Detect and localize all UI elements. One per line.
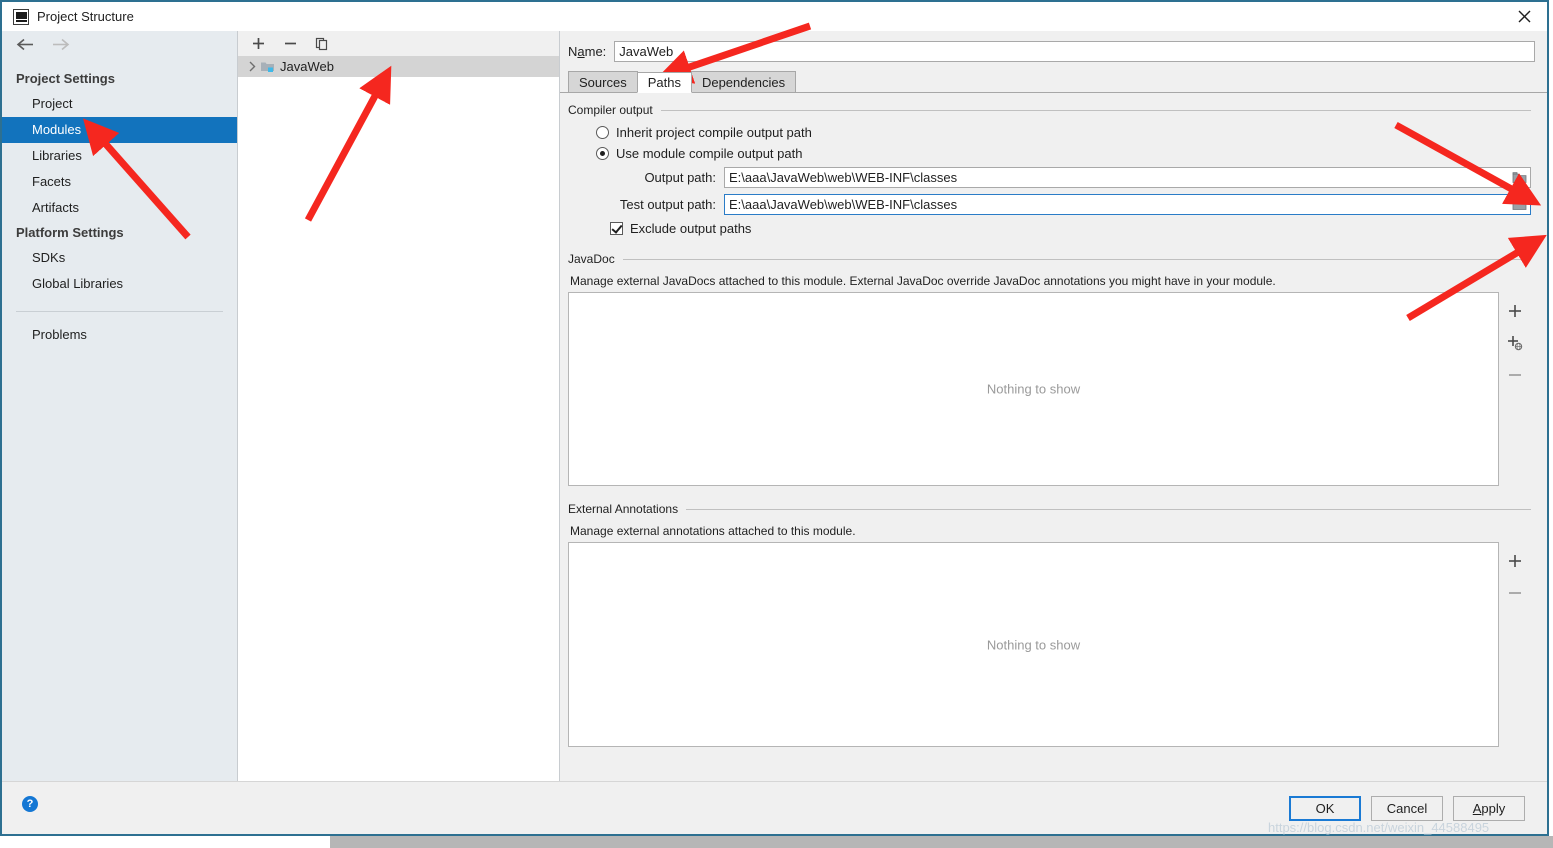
sidebar-item-problems[interactable]: Problems	[2, 322, 237, 348]
folder-browse-icon[interactable]	[1508, 195, 1530, 214]
external-annotations-empty-text: Nothing to show	[986, 637, 1081, 652]
modules-toolbar	[238, 31, 559, 56]
taskbar-strip	[330, 836, 1553, 848]
external-annotations-side-buttons	[1499, 542, 1531, 747]
radio-button-icon	[596, 126, 609, 139]
sidebar-problems-group: Problems	[2, 322, 237, 348]
javadoc-side-buttons	[1499, 292, 1531, 486]
project-structure-dialog: Project Structure Project Settings Proje…	[0, 0, 1549, 836]
radio-inherit-project-output[interactable]: Inherit project compile output path	[596, 125, 1531, 140]
minus-icon[interactable]	[1506, 584, 1524, 602]
javadoc-title: JavaDoc	[568, 252, 615, 266]
cancel-button[interactable]: Cancel	[1371, 796, 1443, 821]
external-annotations-section: External Annotations Manage external ann…	[568, 502, 1531, 747]
apply-button[interactable]: Apply	[1453, 796, 1525, 821]
sidebar-groups: Project Settings Project Modules Libraries F…	[2, 63, 237, 297]
add-url-icon[interactable]	[1506, 334, 1524, 352]
radio-button-selected-icon	[596, 147, 609, 160]
module-name-input[interactable]	[614, 40, 1535, 62]
dialog-titlebar: Project Structure	[2, 2, 1547, 32]
section-rule	[686, 508, 1531, 510]
test-output-path-input[interactable]	[725, 195, 1508, 214]
titlebar-left: Project Structure	[13, 2, 134, 31]
plus-icon[interactable]	[250, 36, 266, 52]
external-annotations-hint: Manage external annotations attached to …	[570, 524, 856, 538]
javadoc-hint: Manage external JavaDocs attached to thi…	[570, 274, 1276, 288]
compiler-output-header: Compiler output	[568, 103, 1531, 117]
output-path-input[interactable]	[725, 168, 1508, 187]
radio-label: Use module compile output path	[616, 146, 803, 161]
plus-icon[interactable]	[1506, 552, 1524, 570]
modules-tree: JavaWeb	[238, 56, 559, 782]
radio-label: Inherit project compile output path	[616, 125, 812, 140]
sidebar-item-modules[interactable]: Modules	[2, 117, 237, 143]
sidebar-item-global-libraries[interactable]: Global Libraries	[2, 271, 237, 297]
sidebar-item-project[interactable]: Project	[2, 91, 237, 117]
minus-icon[interactable]	[1506, 366, 1524, 384]
tab-sources[interactable]: Sources	[568, 71, 638, 92]
javadoc-section: JavaDoc Manage external JavaDocs attache…	[568, 252, 1531, 486]
output-path-field[interactable]	[724, 167, 1531, 188]
javadoc-empty-text: Nothing to show	[986, 381, 1081, 397]
test-output-path-field[interactable]	[724, 194, 1531, 215]
javadoc-header: JavaDoc	[568, 252, 1531, 266]
module-folder-icon	[260, 60, 275, 73]
paths-tab-content: Compiler output Inherit project compile …	[560, 93, 1547, 782]
checkbox-checked-icon	[610, 222, 623, 235]
dialog-action-buttons: OK Cancel Apply	[1289, 796, 1525, 821]
settings-sidebar: Project Settings Project Modules Libraries F…	[2, 31, 238, 782]
dialog-title: Project Structure	[37, 9, 134, 24]
external-annotations-title: External Annotations	[568, 502, 679, 516]
back-arrow-icon[interactable]	[16, 38, 35, 56]
sidebar-divider	[16, 311, 223, 312]
tree-row-label: JavaWeb	[280, 59, 334, 74]
chevron-right-icon[interactable]	[244, 61, 260, 72]
module-name-label: Name:	[568, 43, 607, 59]
radio-use-module-output[interactable]: Use module compile output path	[596, 146, 1531, 161]
exclude-output-paths-checkbox[interactable]: Exclude output paths	[610, 221, 1531, 236]
plus-icon[interactable]	[1506, 302, 1524, 320]
help-icon[interactable]: ?	[22, 796, 38, 812]
sidebar-item-sdks[interactable]: SDKs	[2, 245, 237, 271]
intellij-idea-logo-icon	[13, 8, 29, 25]
external-annotations-header: External Annotations	[568, 502, 1531, 516]
forward-arrow-icon[interactable]	[51, 38, 70, 56]
compiler-output-title: Compiler output	[568, 103, 653, 117]
tab-dependencies[interactable]: Dependencies	[690, 71, 797, 92]
sidebar-item-artifacts[interactable]: Artifacts	[2, 195, 237, 221]
sidebar-item-libraries[interactable]: Libraries	[2, 143, 237, 169]
sidebar-group-title: Platform Settings	[16, 225, 124, 240]
dialog-body: Project Settings Project Modules Libraries F…	[2, 31, 1547, 782]
javadoc-listbox[interactable]: Nothing to show	[568, 292, 1499, 486]
ok-button[interactable]: OK	[1289, 796, 1361, 821]
tab-paths[interactable]: Paths	[636, 72, 692, 93]
checkbox-label: Exclude output paths	[630, 221, 752, 236]
minus-icon[interactable]	[282, 36, 298, 52]
module-name-row: Name:	[560, 31, 1547, 71]
output-path-label: Output path:	[644, 170, 716, 185]
sidebar-nav-arrows	[2, 31, 237, 63]
module-detail-panel: Name: SourcesPathsDependencies Compiler …	[560, 31, 1547, 782]
compiler-output-section: Compiler output Inherit project compile …	[568, 103, 1531, 236]
module-tabs: Sources Paths Dependencies	[560, 71, 1547, 93]
tree-row[interactable]: JavaWeb	[238, 56, 559, 77]
close-icon[interactable]	[1501, 2, 1547, 30]
section-rule	[660, 109, 1531, 111]
sidebar-group-title: Project Settings	[16, 71, 115, 86]
external-annotations-listbox[interactable]: Nothing to show	[568, 542, 1499, 747]
output-path-row: Output path:	[568, 167, 1531, 188]
sidebar-item-facets[interactable]: Facets	[2, 169, 237, 195]
section-rule	[622, 258, 1531, 260]
watermark-text: https://blog.csdn.net/weixin_44588495	[1268, 820, 1490, 835]
copy-icon[interactable]	[314, 36, 330, 52]
javadoc-list-wrap: Nothing to show	[568, 292, 1531, 486]
test-output-path-row: Test output path:	[568, 194, 1531, 215]
modules-panel: JavaWeb	[238, 31, 560, 782]
test-output-path-label: Test output path:	[619, 197, 716, 212]
folder-browse-icon[interactable]	[1508, 168, 1530, 187]
external-annotations-list-wrap: Nothing to show	[568, 542, 1531, 747]
